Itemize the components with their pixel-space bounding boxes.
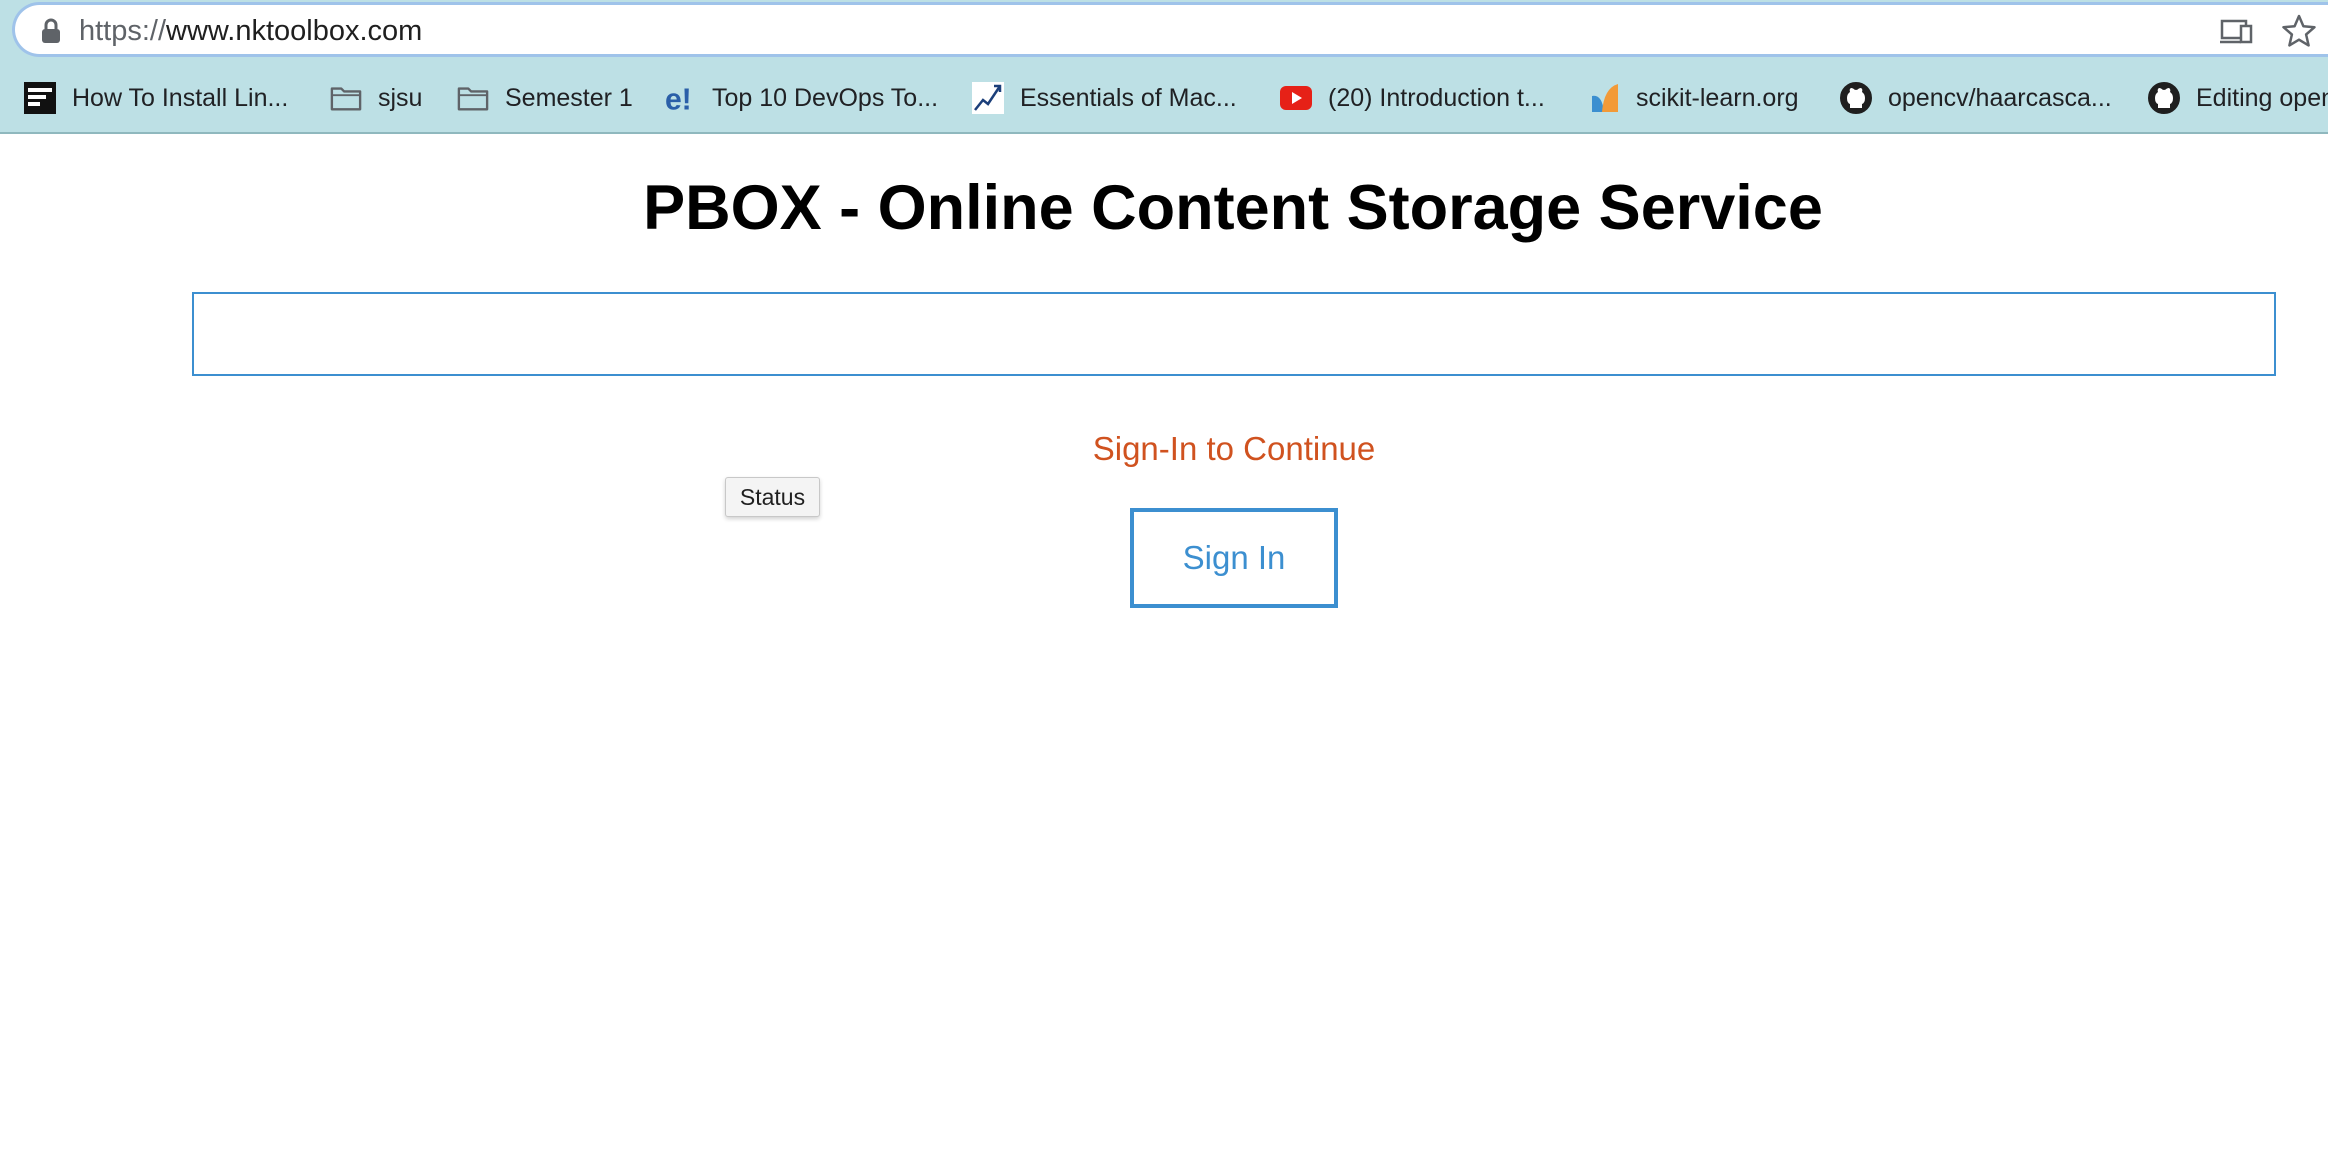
url-text[interactable]: https://www.nktoolbox.com — [79, 14, 422, 48]
bookmark-label: How To Install Lin... — [72, 83, 289, 112]
svg-text:e!: e! — [665, 83, 692, 115]
bookmark-folder-semester-1[interactable]: Semester 1 — [457, 80, 633, 116]
chart-line-icon — [972, 82, 1004, 114]
folder-icon — [330, 82, 362, 114]
sign-in-button[interactable]: Sign In — [1130, 508, 1338, 608]
bookmark-how-to-install-linux[interactable]: How To Install Lin... — [24, 80, 288, 116]
bookmark-label: (20) Introduction t... — [1328, 83, 1545, 112]
signin-message: Sign-In to Continue — [1092, 430, 1376, 467]
bookmark-label: sjsu — [378, 83, 423, 112]
bookmark-essentials-of-mac[interactable]: Essentials of Mac... — [972, 80, 1237, 116]
star-icon[interactable] — [2281, 13, 2317, 49]
bookmark-label: Top 10 DevOps To... — [712, 83, 939, 112]
edureka-icon: e! — [664, 82, 696, 115]
bookmark-scikit-learn[interactable]: scikit-learn.org — [1588, 80, 1799, 116]
makeuseof-icon — [24, 82, 56, 114]
bookmark-label: Semester 1 — [505, 83, 633, 112]
youtube-icon — [1280, 82, 1312, 114]
folder-icon — [457, 82, 489, 114]
install-app-icon[interactable] — [2219, 13, 2255, 49]
status-tooltip: Status — [725, 477, 820, 517]
browser-chrome: https://www.nktoolbox.com How To Install… — [0, 0, 2328, 134]
bookmark-introduction-video[interactable]: (20) Introduction t... — [1280, 80, 1545, 116]
page-title: PBOX - Online Content Storage Service — [643, 173, 1823, 243]
url-scheme: https:// — [79, 15, 167, 47]
bookmark-label: scikit-learn.org — [1636, 83, 1799, 112]
bookmark-top-10-devops[interactable]: e! Top 10 DevOps To... — [664, 80, 938, 116]
address-bar[interactable]: https://www.nktoolbox.com — [12, 2, 2328, 57]
bookmarks-bar: How To Install Lin... sjsu Semester 1 e!… — [0, 72, 2328, 124]
url-host: www.nktoolbox.com — [166, 15, 423, 47]
scikit-learn-icon — [1588, 82, 1620, 114]
lock-icon[interactable] — [39, 18, 63, 44]
bookmark-label: Essentials of Mac... — [1020, 83, 1237, 112]
bookmark-label: Editing open — [2196, 83, 2328, 112]
github-icon — [1840, 82, 1872, 114]
content-input[interactable] — [192, 292, 2276, 376]
bookmark-folder-sjsu[interactable]: sjsu — [330, 80, 422, 116]
bookmark-opencv-haarcascade[interactable]: opencv/haarcasca... — [1840, 80, 2112, 116]
bookmark-label: opencv/haarcasca... — [1888, 83, 2112, 112]
bookmark-editing-open[interactable]: Editing open — [2148, 80, 2328, 116]
github-icon — [2148, 82, 2180, 114]
